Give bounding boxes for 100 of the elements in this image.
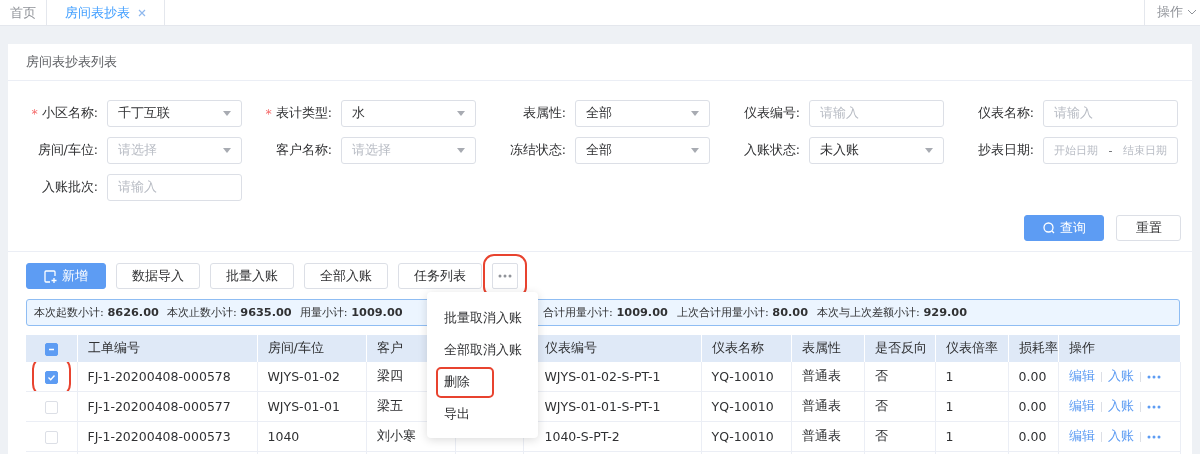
search-icon [1042, 222, 1055, 234]
field-label: 入账状态: [743, 142, 800, 159]
row-action-link[interactable]: 入账 [1107, 398, 1134, 415]
column-header: 仪表编号 [544, 340, 597, 355]
column-header: 工单编号 [87, 340, 140, 355]
table-cell: 普通表 [801, 368, 841, 383]
field-label: 抄表日期: [977, 142, 1034, 159]
input-field[interactable]: 请输入 [809, 100, 944, 127]
table-cell: FJ-1-20200408-000578 [87, 369, 231, 384]
field-label: 仪表名称: [977, 105, 1034, 122]
menu-item[interactable]: 删除 [438, 368, 492, 396]
table-cell: 否 [874, 368, 888, 383]
table-cell: YQ-10010 [711, 399, 774, 414]
table-cell: 1040-S-PT-2 [544, 429, 620, 444]
table-cell: 1040 [267, 429, 300, 444]
field-label: 表属性: [522, 105, 566, 122]
more-icon [498, 274, 512, 278]
more-icon[interactable] [1146, 404, 1161, 409]
search-button[interactable]: 查询 [1024, 215, 1104, 241]
menu-item[interactable]: 导出 [444, 400, 470, 428]
table-cell: 1 [945, 399, 954, 414]
table-cell: 0.00 [1018, 429, 1047, 444]
column-header: 损耗率 [1018, 340, 1057, 355]
date-range-field[interactable]: 开始日期 - 结束日期 [1043, 137, 1178, 164]
table-cell: 刘小寒 [376, 428, 416, 443]
input-field[interactable]: 请输入 [1043, 100, 1178, 127]
column-header: 表属性 [801, 340, 841, 355]
card-title: 房间表抄表列表 [26, 53, 117, 71]
column-header: 是否反向 [874, 340, 927, 355]
table-cell: 0.00 [1018, 399, 1047, 414]
toolbar-button[interactable]: 全部入账 [304, 263, 388, 289]
range-separator: - [1108, 144, 1113, 157]
table-cell: 否 [874, 428, 888, 443]
caret-icon [925, 148, 933, 153]
tab[interactable]: 首页 [0, 0, 47, 25]
close-icon[interactable] [138, 8, 146, 17]
summary-item: 上次合计用量小计: 80.00 [676, 305, 808, 320]
table-cell: YQ-10010 [711, 429, 774, 444]
caret-icon [691, 111, 699, 116]
column-header: 房间/车位 [267, 340, 324, 355]
required-mark: * [265, 106, 272, 121]
table-cell: FJ-1-20200408-000577 [87, 399, 231, 414]
toolbar-button[interactable]: 批量入账 [210, 263, 294, 289]
column-header: 操作 [1068, 340, 1095, 355]
summary-item: 本次止数小计: 9635.00 [166, 305, 292, 320]
caret-icon [457, 111, 465, 116]
add-icon [44, 269, 57, 283]
row-action-link[interactable]: 编辑 [1068, 368, 1095, 385]
row-action-link[interactable]: 入账 [1107, 428, 1134, 445]
table-cell: 梁四 [376, 368, 403, 383]
select-field[interactable]: 千丁互联 [107, 100, 242, 127]
summary-item: 合计用量小计: 1009.00 [543, 305, 668, 320]
caret-icon [691, 148, 699, 153]
menu-item[interactable]: 全部取消入账 [444, 336, 522, 364]
select-field[interactable]: 请选择 [341, 137, 476, 164]
column-header: 仪表名称 [711, 340, 764, 355]
select-field[interactable]: 全部 [575, 100, 710, 127]
select-field[interactable]: 请选择 [107, 137, 242, 164]
caret-icon [223, 148, 231, 153]
more-icon[interactable] [1146, 434, 1161, 439]
select-all-checkbox[interactable] [44, 343, 58, 356]
field-label: 小区名称: [41, 105, 98, 122]
row-action-link[interactable]: 编辑 [1068, 398, 1095, 415]
table-cell: FJ-1-20200408-000573 [87, 429, 231, 444]
more-icon[interactable] [1146, 374, 1161, 379]
reset-button[interactable]: 重置 [1116, 215, 1181, 241]
table-cell: WJYS-01-01-S-PT-1 [544, 399, 661, 414]
table-cell: 否 [874, 398, 888, 413]
field-label: 冻结状态: [509, 142, 566, 159]
table-cell: 普通表 [801, 428, 841, 443]
table-cell: 普通表 [801, 398, 841, 413]
select-field[interactable]: 未入账 [809, 137, 944, 164]
row-action-link[interactable]: 入账 [1107, 368, 1134, 385]
field-label: 房间/车位: [37, 142, 98, 159]
tab[interactable]: 房间表抄表 [47, 0, 165, 25]
field-label: 客户名称: [275, 142, 332, 159]
column-header: 仪表倍率 [945, 340, 998, 355]
select-field[interactable]: 全部 [575, 137, 710, 164]
start-date-placeholder: 开始日期 [1054, 143, 1098, 158]
table-cell: WJYS-01-01 [267, 399, 340, 414]
table-cell: 1 [945, 429, 954, 444]
field-label: 入账批次: [41, 179, 98, 196]
end-date-placeholder: 结束日期 [1123, 143, 1167, 158]
toolbar-button[interactable]: 数据导入 [116, 263, 200, 289]
select-field[interactable]: 水 [341, 100, 476, 127]
required-mark: * [31, 106, 38, 121]
actions-menu[interactable]: 操作 [1144, 0, 1200, 25]
summary-item: 本次与上次差额小计: 929.00 [817, 305, 967, 320]
add-button[interactable]: 新增 [26, 263, 106, 289]
check-icon [45, 372, 57, 383]
toolbar-button[interactable]: 任务列表 [398, 263, 482, 289]
input-field[interactable]: 请输入 [107, 174, 242, 201]
menu-item[interactable]: 批量取消入账 [444, 304, 522, 332]
caret-icon [223, 111, 231, 116]
row-action-link[interactable]: 编辑 [1068, 428, 1095, 445]
field-label: 表计类型: [275, 105, 332, 122]
column-header: 客户 [376, 340, 403, 355]
table-cell: YQ-10010 [711, 369, 774, 384]
summary-item: 用量小计: 1009.00 [299, 305, 403, 320]
row-checkbox[interactable] [44, 371, 58, 384]
